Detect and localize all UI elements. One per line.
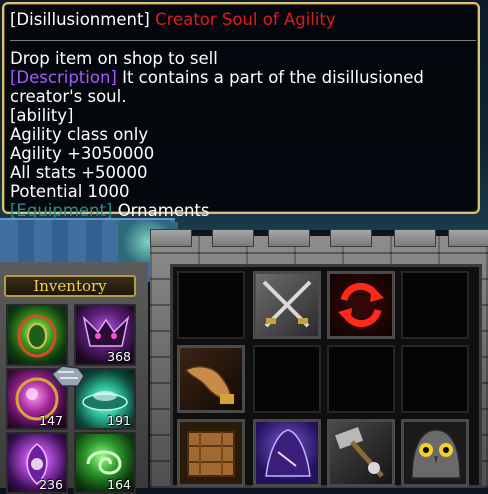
shop-grid: [170, 264, 482, 488]
description-line: [Description] It contains a part of the …: [10, 68, 424, 87]
tooltip-title: [Disillusionment] Creator Soul of Agilit…: [10, 10, 336, 29]
hand-icon: [184, 365, 234, 404]
shop-slot-empty[interactable]: [401, 345, 469, 413]
shop-slot-empty[interactable]: [177, 271, 245, 339]
battlement: [394, 229, 436, 247]
battlement: [330, 229, 372, 247]
wooden-crate-icon: [187, 431, 235, 477]
shop-slot-5[interactable]: [253, 419, 321, 487]
description-text: It contains a part of the disillusioned: [116, 68, 424, 87]
inventory-slot-1[interactable]: [6, 304, 68, 366]
stat-line: All stats +50000: [10, 163, 148, 182]
description-text-cont: creator's soul.: [10, 87, 127, 106]
shop-slot-4[interactable]: [177, 419, 245, 487]
item-count: 147: [39, 413, 63, 428]
equipment-value: Ornaments: [112, 201, 210, 220]
sell-hint: Drop item on shop to sell: [10, 49, 218, 68]
owl-icon: [411, 429, 461, 479]
battlement: [212, 229, 254, 247]
equipment-tag: [Equipment]: [10, 201, 113, 220]
crossed-swords-icon: [262, 280, 312, 328]
shop-slot-empty[interactable]: [401, 271, 469, 339]
battlement: [448, 229, 488, 247]
red-cycle-icon: [338, 282, 384, 328]
item-count: 164: [107, 477, 131, 492]
shop-slot-7[interactable]: [401, 419, 469, 487]
item-count: 368: [107, 349, 131, 364]
inventory-slot-5[interactable]: 236: [6, 432, 68, 494]
shop-slot-6[interactable]: [327, 419, 395, 487]
equipment-line: [Equipment] Ornaments: [10, 201, 210, 220]
inventory-label: Inventory: [4, 275, 136, 297]
war-hammer-icon: [333, 425, 384, 478]
title-tag: [Disillusionment]: [10, 10, 150, 29]
item-count: 236: [39, 477, 63, 492]
green-orb-icon: [17, 314, 57, 358]
shop-slot-1[interactable]: [253, 271, 321, 339]
description-tag: [Description]: [10, 68, 117, 87]
item-tooltip: [Disillusionment] Creator Soul of Agilit…: [2, 2, 480, 220]
stat-line: Agility +3050000: [10, 144, 155, 163]
inventory-slot-2[interactable]: 368: [74, 304, 136, 366]
ability-tag: [ability]: [10, 106, 74, 125]
shop-slot-3[interactable]: [177, 345, 245, 413]
stat-line: Agility class only: [10, 125, 149, 144]
item-name: Creator Soul of Agility: [155, 10, 336, 29]
shop-slot-empty[interactable]: [327, 345, 395, 413]
gauntlet-cursor-icon: [50, 365, 85, 387]
tooltip-divider: [10, 40, 476, 41]
item-count: 191: [107, 413, 131, 428]
battlement: [150, 229, 192, 247]
shop-slot-2[interactable]: [327, 271, 395, 339]
shop-slot-empty[interactable]: [253, 345, 321, 413]
stat-line: Potential 1000: [10, 182, 130, 201]
battlement: [268, 229, 310, 247]
purple-hood-icon: [265, 429, 311, 477]
inventory-slot-6[interactable]: 164: [74, 432, 136, 494]
